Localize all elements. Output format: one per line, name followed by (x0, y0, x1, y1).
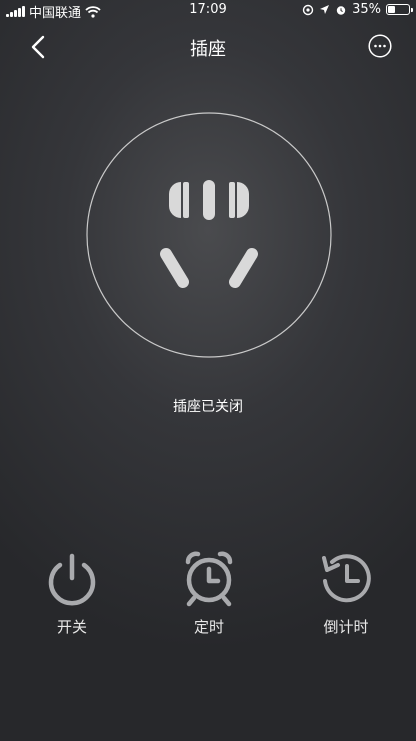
nav-bar: 插座 (0, 24, 416, 68)
status-bar: 中国联通 17:09 35% (0, 0, 416, 21)
battery-icon (386, 4, 413, 15)
plug-socket-icon[interactable] (86, 112, 332, 358)
timer-action[interactable]: 定时 (149, 548, 269, 637)
plug-status-text: 插座已关闭 (173, 399, 243, 415)
countdown-label: 倒计时 (323, 618, 369, 636)
alarm-clock-icon[interactable] (179, 548, 239, 608)
power-action[interactable]: 开关 (12, 548, 132, 637)
location-arrow-icon (320, 5, 330, 14)
more-icon[interactable] (368, 34, 392, 58)
battery-percent: 35% (352, 2, 381, 17)
alarm-icon (336, 5, 346, 15)
location-lock-icon (302, 4, 314, 15)
countdown-action[interactable]: 倒计时 (286, 548, 406, 637)
countdown-icon[interactable] (316, 548, 376, 608)
timer-label: 定时 (193, 618, 224, 636)
power-icon[interactable] (42, 548, 102, 608)
power-label: 开关 (56, 618, 87, 636)
page-title: 插座 (190, 39, 226, 60)
status-right: 35% (302, 2, 413, 17)
